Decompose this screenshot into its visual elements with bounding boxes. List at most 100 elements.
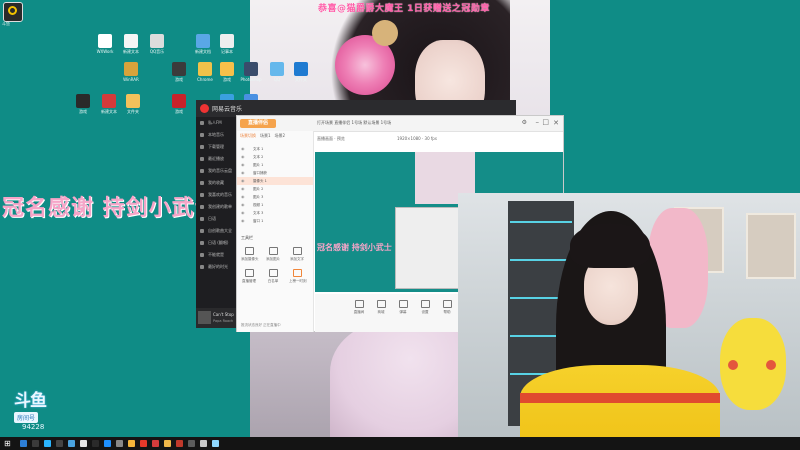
desktop-icon[interactable]: 记事本 bbox=[214, 34, 240, 54]
music-now-playing[interactable]: Can't Stop Papa Roach bbox=[196, 308, 236, 328]
music-nav-item[interactable]: 最近播放 bbox=[196, 153, 236, 165]
desktop-icon[interactable]: 游戏 bbox=[166, 62, 192, 82]
tool-icon bbox=[292, 247, 302, 255]
eye-icon[interactable]: ◉ bbox=[241, 169, 245, 177]
desktop-icon[interactable]: 游戏 bbox=[214, 62, 240, 82]
settings-icon[interactable]: ⚙ bbox=[522, 119, 527, 126]
eye-icon[interactable]: ◉ bbox=[241, 177, 245, 185]
app-icon bbox=[102, 94, 116, 108]
desktop-icon[interactable]: 游戏 bbox=[70, 94, 96, 114]
taskbar-app-icon[interactable] bbox=[212, 440, 219, 447]
taskbar-app-icon[interactable] bbox=[104, 440, 111, 447]
source-row[interactable]: ◉ 文本 3 bbox=[237, 209, 313, 217]
eye-icon[interactable]: ◉ bbox=[241, 161, 245, 169]
tool-button[interactable]: 添加摄像头 bbox=[241, 247, 259, 262]
eye-icon[interactable]: ◉ bbox=[241, 153, 245, 161]
music-nav-item[interactable]: 最好的时光 bbox=[196, 261, 236, 273]
music-nav-item[interactable]: 我的音乐云盘 bbox=[196, 165, 236, 177]
tool-button[interactable]: 添加文字 bbox=[289, 247, 305, 262]
source-row[interactable]: ◉ 图片 2 bbox=[237, 185, 313, 193]
tool-button[interactable]: 白名单 bbox=[265, 269, 281, 284]
source-row[interactable]: ◉ 窗口捕获 bbox=[237, 169, 313, 177]
desktop-icon[interactable]: WXWork bbox=[92, 34, 118, 54]
tool-button[interactable]: 上榜一时刻 bbox=[289, 269, 307, 284]
taskbar-app-icon[interactable] bbox=[68, 440, 75, 447]
music-nav-item[interactable]: 我喜欢的音乐 bbox=[196, 189, 236, 201]
desktop-icon[interactable]: QQ音乐 bbox=[144, 34, 170, 54]
scene-tab[interactable]: 场景1 bbox=[260, 133, 271, 143]
eye-icon[interactable]: ◉ bbox=[241, 145, 245, 153]
desktop-icon[interactable]: WinRAR bbox=[118, 62, 144, 82]
taskbar-app-icon[interactable] bbox=[20, 440, 27, 447]
desktop-icon[interactable]: 新建文档 bbox=[190, 34, 216, 54]
taskbar-app-icon[interactable] bbox=[152, 440, 159, 447]
music-nav-item[interactable]: 我创建的歌单 bbox=[196, 201, 236, 213]
taskbar-app-icon[interactable] bbox=[92, 440, 99, 447]
live-titlebar[interactable]: 直播伴侣 打开场景 直播伴侣 1号场 默认场景 1号场 ✕ □ – ⚙ bbox=[237, 116, 563, 132]
minimize-icon[interactable]: – bbox=[536, 118, 540, 126]
scene-tab[interactable]: 场景2 bbox=[275, 133, 286, 143]
desktop-icon[interactable]: 文件夹 bbox=[288, 62, 314, 82]
top-overlay-title: 恭喜@猫爵爵大魔王 1日获赠送之冠勋章 bbox=[318, 4, 490, 14]
source-row[interactable]: ◉ 文本 1 bbox=[237, 145, 313, 153]
taskbar-app-icon[interactable] bbox=[164, 440, 171, 447]
bottom-tool-button[interactable]: 商城 bbox=[373, 300, 389, 315]
source-label: 图片 2 bbox=[253, 187, 264, 191]
bottom-tool-button[interactable]: 弹幕 bbox=[395, 300, 411, 315]
eye-icon[interactable]: ◉ bbox=[241, 209, 245, 217]
desktop-icon[interactable]: QQ bbox=[264, 62, 290, 82]
desktop-icon[interactable]: 游戏 bbox=[166, 94, 192, 114]
scene-tab[interactable]: 场景切换 bbox=[240, 133, 256, 143]
room-label: 房间号 bbox=[14, 412, 39, 423]
music-nav-item[interactable]: 我的收藏 bbox=[196, 177, 236, 189]
taskbar-app-icon[interactable] bbox=[80, 440, 87, 447]
desktop-icon-label: 文件夹 bbox=[127, 109, 139, 114]
eye-icon[interactable]: ◉ bbox=[241, 193, 245, 201]
taskbar-app-icon[interactable] bbox=[140, 440, 147, 447]
tool-button[interactable]: 添加图片 bbox=[265, 247, 281, 262]
maximize-icon[interactable]: □ bbox=[542, 118, 549, 126]
source-row[interactable]: ◉ 视频 1 bbox=[237, 201, 313, 209]
eye-icon[interactable]: ◉ bbox=[241, 217, 245, 225]
scene-tabs: 场景切换 场景1 场景2 bbox=[237, 131, 313, 145]
taskbar-app-icon[interactable] bbox=[56, 440, 63, 447]
douyu-app-icon[interactable] bbox=[3, 2, 23, 22]
desktop-icon[interactable]: 文件夹 bbox=[120, 94, 146, 114]
windows-start-icon[interactable]: ⊞ bbox=[4, 439, 11, 448]
close-icon[interactable]: ✕ bbox=[553, 119, 559, 127]
music-nav-item[interactable]: 自创歌曲大全 bbox=[196, 225, 236, 237]
eye-icon[interactable]: ◉ bbox=[241, 185, 245, 193]
source-row[interactable]: ◉ 图片 3 bbox=[237, 193, 313, 201]
app-icon bbox=[270, 62, 284, 76]
source-row[interactable]: ◉ 图片 1 bbox=[237, 161, 313, 169]
music-nav-item[interactable]: 本地音乐 bbox=[196, 129, 236, 141]
app-icon bbox=[220, 34, 234, 48]
taskbar-app-icon[interactable] bbox=[116, 440, 123, 447]
bottom-tool-button[interactable]: 直播间 bbox=[351, 300, 367, 315]
source-row[interactable]: ◉ 摄像头 1 bbox=[237, 177, 313, 185]
source-row[interactable]: ◉ 文本 2 bbox=[237, 153, 313, 161]
taskbar-app-icon[interactable] bbox=[32, 440, 39, 447]
desktop-icon[interactable]: Photoshop bbox=[238, 62, 264, 82]
bottom-tool-button[interactable]: 帮助 bbox=[439, 300, 455, 315]
taskbar-app-icon[interactable] bbox=[176, 440, 183, 447]
taskbar-app-icon[interactable] bbox=[44, 440, 51, 447]
tool-label: 添加图片 bbox=[266, 257, 280, 261]
desktop-icon-label: 游戏 bbox=[175, 109, 183, 114]
music-nav-item[interactable]: 下载管理 bbox=[196, 141, 236, 153]
app-icon bbox=[196, 34, 210, 48]
webcam-feed bbox=[458, 193, 800, 438]
desktop-icon[interactable]: 新建文本 bbox=[96, 94, 122, 114]
eye-icon[interactable]: ◉ bbox=[241, 201, 245, 209]
taskbar-app-icon[interactable] bbox=[200, 440, 207, 447]
music-nav-item[interactable]: 不能就是 bbox=[196, 249, 236, 261]
music-nav-item[interactable]: 私人FM bbox=[196, 117, 236, 129]
desktop-icon[interactable]: 新建文本 bbox=[118, 34, 144, 54]
tool-button[interactable]: 直播管理 bbox=[241, 269, 257, 284]
source-row[interactable]: ◉ 窗口 1 bbox=[237, 217, 313, 225]
taskbar-app-icon[interactable] bbox=[188, 440, 195, 447]
music-nav-item[interactable]: 日语 (翻唱) bbox=[196, 237, 236, 249]
music-nav-item[interactable]: 日语 bbox=[196, 213, 236, 225]
taskbar-app-icon[interactable] bbox=[128, 440, 135, 447]
bottom-tool-button[interactable]: 设置 bbox=[417, 300, 433, 315]
